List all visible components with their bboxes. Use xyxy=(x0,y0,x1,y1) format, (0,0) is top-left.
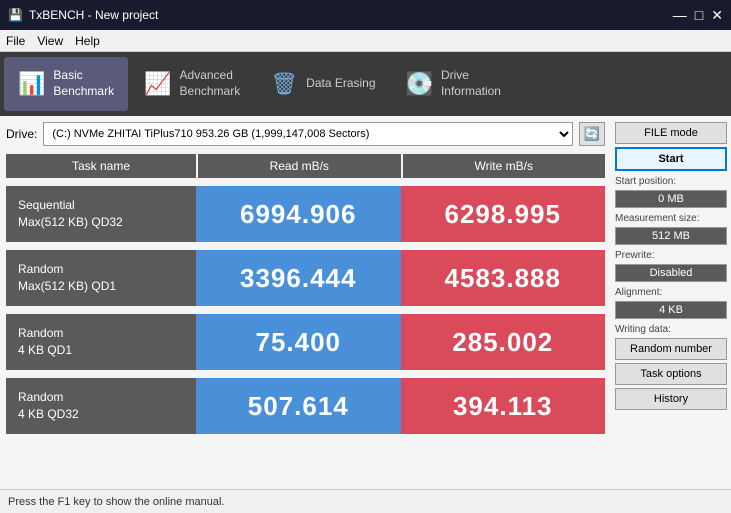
col-header-read: Read mB/s xyxy=(198,154,401,178)
row-2-read: 75.400 xyxy=(196,314,401,370)
row-2-name: Random4 KB QD1 xyxy=(6,314,196,370)
right-panel: FILE mode Start Start position: 0 MB Mea… xyxy=(611,116,731,489)
tab-basic-benchmark[interactable]: 📊 BasicBenchmark xyxy=(4,57,128,111)
table-row: RandomMax(512 KB) QD1 3396.444 4583.888 xyxy=(6,250,605,306)
tab-drive-information[interactable]: 💽 DriveInformation xyxy=(392,57,515,111)
advanced-benchmark-icon: 📈 xyxy=(144,71,171,97)
menu-bar: File View Help xyxy=(0,30,731,52)
table-row: SequentialMax(512 KB) QD32 6994.906 6298… xyxy=(6,186,605,242)
drive-row: Drive: (C:) NVMe ZHITAI TiPlus710 953.26… xyxy=(6,122,605,146)
basic-benchmark-icon: 📊 xyxy=(18,71,45,97)
tab-advanced-benchmark[interactable]: 📈 AdvancedBenchmark xyxy=(130,57,254,111)
app-icon: 💾 xyxy=(8,8,23,22)
file-mode-button[interactable]: FILE mode xyxy=(615,122,727,144)
alignment-value: 4 KB xyxy=(615,301,727,319)
task-options-button[interactable]: Task options xyxy=(615,363,727,385)
history-button[interactable]: History xyxy=(615,388,727,410)
table-header-row: Task name Read mB/s Write mB/s xyxy=(6,154,605,178)
tab-data-erasing[interactable]: 🗑 Data Erasing xyxy=(256,57,389,111)
toolbar: 📊 BasicBenchmark 📈 AdvancedBenchmark 🗑 D… xyxy=(0,52,731,116)
row-0-write: 6298.995 xyxy=(401,186,606,242)
row-3-name: Random4 KB QD32 xyxy=(6,378,196,434)
title-bar-left: 💾 TxBENCH - New project xyxy=(8,8,158,22)
status-bar: Press the F1 key to show the online manu… xyxy=(0,489,731,513)
minimize-button[interactable]: — xyxy=(673,7,687,24)
start-button[interactable]: Start xyxy=(615,147,727,171)
col-header-write: Write mB/s xyxy=(403,154,606,178)
status-text: Press the F1 key to show the online manu… xyxy=(8,496,224,508)
row-0-read: 6994.906 xyxy=(196,186,401,242)
row-1-read: 3396.444 xyxy=(196,250,401,306)
menu-view[interactable]: View xyxy=(37,34,63,48)
prewrite-label: Prewrite: xyxy=(615,250,727,261)
start-position-value: 0 MB xyxy=(615,190,727,208)
writing-data-button[interactable]: Random number xyxy=(615,338,727,360)
maximize-button[interactable]: □ xyxy=(695,7,703,24)
data-erasing-icon: 🗑 xyxy=(270,71,298,97)
tab-advanced-label: AdvancedBenchmark xyxy=(180,68,241,99)
tab-basic-label: BasicBenchmark xyxy=(53,68,114,99)
close-button[interactable]: ✕ xyxy=(711,7,723,24)
drive-information-icon: 💽 xyxy=(406,71,433,97)
drive-select[interactable]: (C:) NVMe ZHITAI TiPlus710 953.26 GB (1,… xyxy=(43,122,573,146)
title-bar: 💾 TxBENCH - New project — □ ✕ xyxy=(0,0,731,30)
measurement-size-value: 512 MB xyxy=(615,227,727,245)
tab-drive-label: DriveInformation xyxy=(441,68,501,99)
row-0-name: SequentialMax(512 KB) QD32 xyxy=(6,186,196,242)
left-panel: Drive: (C:) NVMe ZHITAI TiPlus710 953.26… xyxy=(0,116,611,489)
alignment-label: Alignment: xyxy=(615,287,727,298)
row-2-write: 285.002 xyxy=(401,314,606,370)
menu-help[interactable]: Help xyxy=(75,34,100,48)
tab-erasing-label: Data Erasing xyxy=(306,76,375,92)
writing-data-label: Writing data: xyxy=(615,324,727,335)
drive-refresh-button[interactable]: 🔄 xyxy=(579,122,605,146)
col-header-task: Task name xyxy=(6,154,196,178)
table-row: Random4 KB QD32 507.614 394.113 xyxy=(6,378,605,434)
menu-file[interactable]: File xyxy=(6,34,25,48)
prewrite-value: Disabled xyxy=(615,264,727,282)
row-1-name: RandomMax(512 KB) QD1 xyxy=(6,250,196,306)
table-row: Random4 KB QD1 75.400 285.002 xyxy=(6,314,605,370)
window-title: TxBENCH - New project xyxy=(29,8,158,22)
measurement-size-label: Measurement size: xyxy=(615,213,727,224)
row-3-write: 394.113 xyxy=(401,378,606,434)
drive-label: Drive: xyxy=(6,127,37,141)
row-1-write: 4583.888 xyxy=(401,250,606,306)
row-3-read: 507.614 xyxy=(196,378,401,434)
title-bar-controls: — □ ✕ xyxy=(673,7,723,24)
main-area: Drive: (C:) NVMe ZHITAI TiPlus710 953.26… xyxy=(0,116,731,489)
start-position-label: Start position: xyxy=(615,176,727,187)
